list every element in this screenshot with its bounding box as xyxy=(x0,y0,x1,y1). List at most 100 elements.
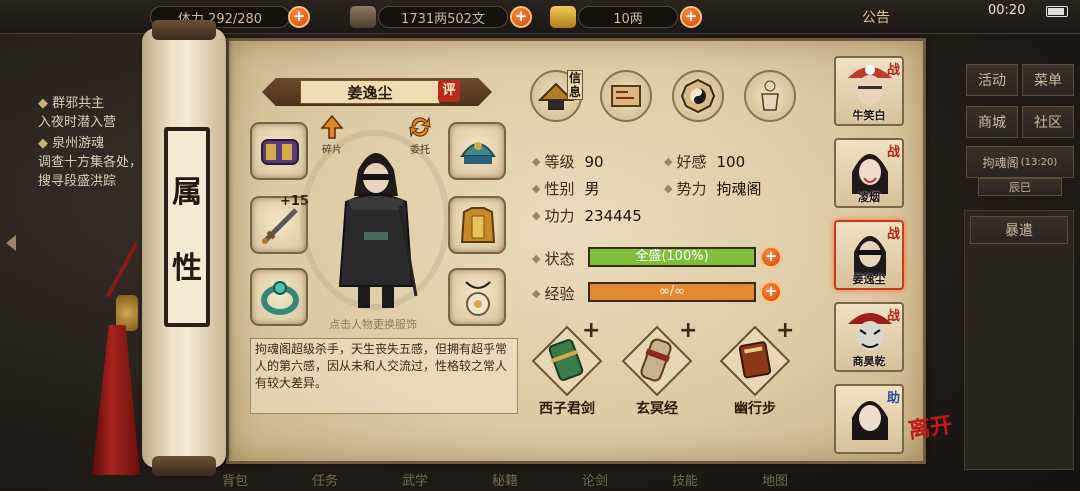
leave-button[interactable]: 离开 xyxy=(906,407,954,445)
battery-icon xyxy=(1046,6,1068,17)
helmet-icon xyxy=(460,142,496,164)
battle-mark: 战 xyxy=(886,309,900,324)
bagua-icon xyxy=(680,78,716,114)
stat-faction: ◆ 势力 拘魂阁 xyxy=(664,178,762,199)
skill-plus-icon[interactable]: + xyxy=(776,318,794,343)
state-bar-text: 全盛(100%) xyxy=(635,249,709,264)
stat-level: ◆ 等级 90 xyxy=(532,151,604,172)
tab-bagua[interactable] xyxy=(672,70,724,122)
stat-value: 234445 xyxy=(584,206,642,225)
stat-value: 90 xyxy=(584,152,604,171)
quest-title: 群邪共主 xyxy=(52,96,105,111)
skill-name: 幽行步 xyxy=(734,401,776,417)
stat-value: 男 xyxy=(584,180,600,198)
diamond-icon: ◆ xyxy=(532,252,541,265)
party-member[interactable]: 战 凌烟 xyxy=(834,138,904,208)
stat-exp-label: ◆ 经验 xyxy=(532,283,574,304)
skill-name: 玄冥经 xyxy=(636,401,678,417)
tag-char: 性 xyxy=(172,251,202,286)
equip-slot-headgear[interactable] xyxy=(448,122,506,180)
exp-bar: ∞/∞ xyxy=(588,282,756,302)
stat-label: 功力 xyxy=(544,207,575,225)
collapse-left-arrow-icon[interactable] xyxy=(6,235,16,251)
gold-add-button[interactable]: + xyxy=(680,6,702,28)
tab-info-label: 信息 xyxy=(567,70,583,100)
stat-gender: ◆ 性别男 xyxy=(532,178,600,199)
quest-item[interactable]: ◆ 泉州游魂 调查十方集各处，搜寻段盛洪踪 xyxy=(38,134,148,191)
diamond-icon: ◆ xyxy=(38,96,53,111)
exp-add-button[interactable]: + xyxy=(760,281,782,303)
equip-slot-armband[interactable] xyxy=(250,122,308,180)
skill-plus-icon[interactable]: + xyxy=(582,318,600,343)
diamond-icon: ◆ xyxy=(38,136,53,151)
battle-mark: 战 xyxy=(886,227,900,242)
quest-tracker: ◆ 群邪共主 入夜时潜入营 ◆ 泉州游魂 调查十方集各处，搜寻段盛洪踪 xyxy=(0,60,150,390)
party-member-name: 商昊乾 xyxy=(852,355,886,368)
diamond-icon: ◆ xyxy=(664,182,673,195)
stamina-add-button[interactable]: + xyxy=(288,6,310,28)
state-bar: 全盛(100%) xyxy=(588,247,756,267)
rate-button[interactable]: 评 xyxy=(438,80,460,102)
gold-display: 10两 xyxy=(578,6,678,28)
change-outfit-hint: 点击人物更换服饰 xyxy=(329,318,417,331)
attribute-tab-tag[interactable]: 属 性 xyxy=(164,127,210,327)
community-button[interactable]: 社区 xyxy=(1022,106,1074,138)
diamond-icon: ◆ xyxy=(532,155,541,168)
menu-button[interactable]: 菜单 xyxy=(1022,64,1074,96)
map-panel xyxy=(964,210,1074,470)
scroll-cap-bottom xyxy=(152,456,216,476)
diamond-icon: ◆ xyxy=(532,182,541,195)
right-menu: 活动 菜单 商城 社区 拘魂阁 (13:20) 辰巳 暴遣 xyxy=(958,60,1080,490)
stat-label: 性别 xyxy=(544,180,575,198)
equip-slot-accessory[interactable] xyxy=(448,268,506,326)
gold-ingot-icon xyxy=(550,6,576,28)
stat-label: 势力 xyxy=(676,180,707,198)
stat-label: 好感 xyxy=(676,153,707,171)
state-add-button[interactable]: + xyxy=(760,246,782,268)
party-member-helper[interactable]: 助 xyxy=(834,384,904,454)
scroll-map-icon xyxy=(611,85,641,107)
stat-label: 经验 xyxy=(544,285,575,303)
battle-mark: 战 xyxy=(886,145,900,160)
quest-item[interactable]: ◆ 群邪共主 入夜时潜入营 xyxy=(38,94,148,132)
shop-button[interactable]: 商城 xyxy=(966,106,1018,138)
diamond-icon: ◆ xyxy=(532,209,541,222)
announcement-button[interactable]: 公告 xyxy=(862,7,890,27)
stat-favor: ◆ 好感 100 xyxy=(664,151,745,172)
tab-meridians[interactable] xyxy=(744,70,796,122)
party-member[interactable]: 战 商昊乾 xyxy=(834,302,904,372)
money-icon xyxy=(350,6,376,28)
stat-power: ◆ 功力 234445 xyxy=(532,205,642,226)
character-description: 拘魂阁超级杀手，天生丧失五感，但拥有超乎常人的第六感，因从未和人交流过，性格较之… xyxy=(250,338,518,414)
money-display: 1731两502文 xyxy=(378,6,508,28)
exp-bar-text: ∞/∞ xyxy=(658,284,686,299)
tab-map[interactable] xyxy=(600,70,652,122)
quest-title: 泉州游魂 xyxy=(52,136,105,151)
party-member-name: 凌烟 xyxy=(858,191,880,204)
armband-icon xyxy=(261,139,299,165)
party-member-selected[interactable]: 战 姜逸尘 xyxy=(834,220,904,290)
body-meridian-icon xyxy=(761,80,779,111)
skill-plus-icon[interactable]: + xyxy=(679,318,697,343)
party-member[interactable]: 战 牛笑白 xyxy=(834,56,904,126)
location-name: 拘魂阁 xyxy=(982,155,1019,170)
equip-slot-armor[interactable] xyxy=(448,196,506,254)
scroll-cap-top xyxy=(152,20,216,40)
location-display: 拘魂阁 (13:20) xyxy=(966,146,1074,178)
money-add-button[interactable]: + xyxy=(510,6,532,28)
pendant-icon xyxy=(465,281,491,316)
party-member-name: 牛笑白 xyxy=(852,109,886,122)
location-time: (13:20) xyxy=(1020,156,1058,168)
stat-value: 拘魂阁 xyxy=(716,180,762,198)
gold-text: 10两 xyxy=(613,11,643,27)
nav-button[interactable]: 暴遣 xyxy=(970,216,1068,244)
stat-value: 100 xyxy=(716,152,746,171)
character-portrait[interactable] xyxy=(328,136,424,312)
party-member-name: 姜逸尘 xyxy=(852,273,886,286)
ring-icon xyxy=(261,281,299,315)
stat-label: 状态 xyxy=(544,250,575,268)
diamond-icon: ◆ xyxy=(532,287,541,300)
quest-desc: 入夜时潜入营 xyxy=(38,115,117,130)
armor-icon xyxy=(460,207,496,243)
activity-button[interactable]: 活动 xyxy=(966,64,1018,96)
